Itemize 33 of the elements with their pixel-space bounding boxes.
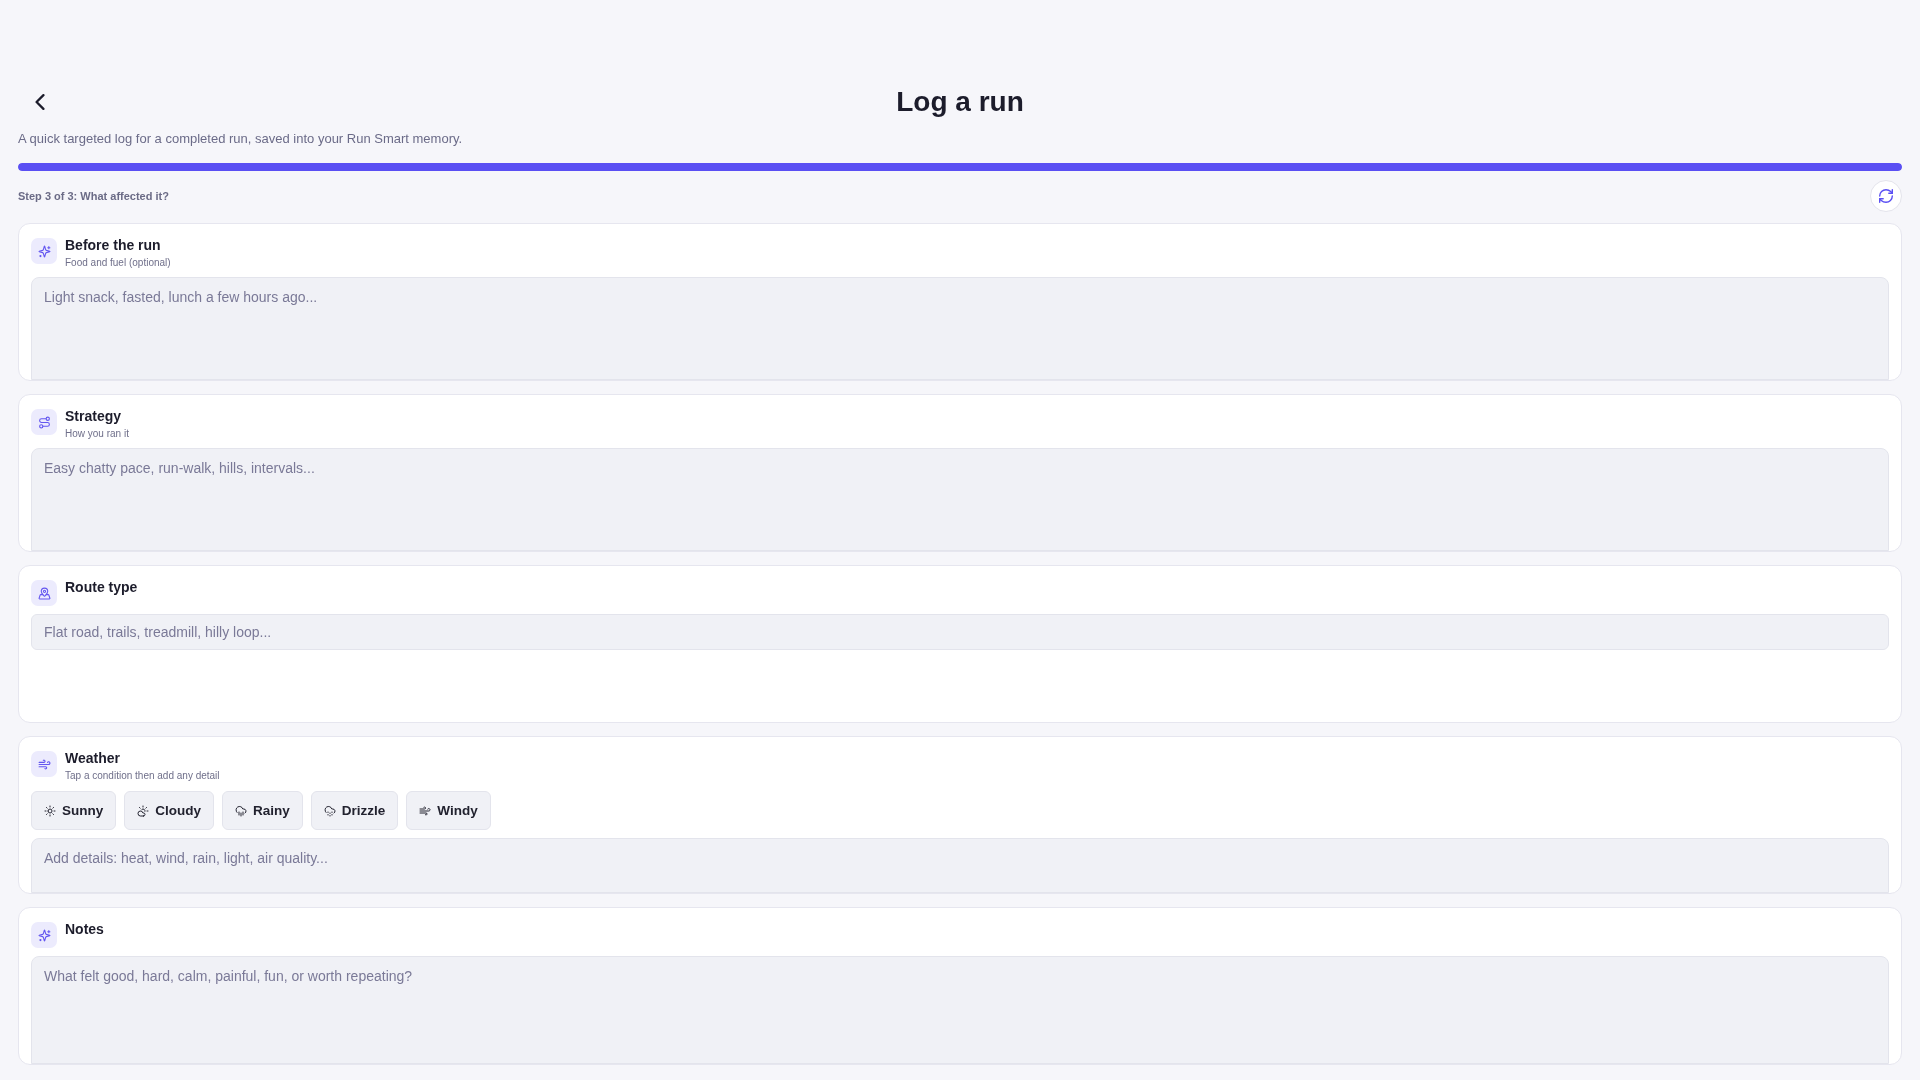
- section-title: Route type: [65, 579, 138, 596]
- cloud-sun-icon: [137, 804, 150, 817]
- section-title: Before the run: [65, 237, 162, 254]
- map-pin-icon: [31, 580, 57, 606]
- textarea-field[interactable]: Light snack, fasted, lunch a few hours ago...: [31, 277, 1889, 380]
- condition-chip[interactable]: Rainy: [222, 791, 303, 830]
- section-hint: Tap a condition then add any detail: [65, 769, 220, 782]
- step-label: Step 3 of 3: What affected it?: [18, 190, 169, 202]
- textarea-field[interactable]: Add details: heat, wind, rain, light, air quality...: [31, 838, 1889, 893]
- condition-chip[interactable]: Windy: [406, 791, 491, 830]
- refresh-button[interactable]: [1870, 180, 1902, 212]
- sparkles-icon: [31, 922, 57, 948]
- textarea-field[interactable]: What felt good, hard, calm, painful, fun, or worth repeating?: [31, 956, 1889, 1064]
- condition-chip[interactable]: Drizzle: [310, 791, 399, 830]
- refresh-icon: [1879, 189, 1893, 203]
- wind-icon: [31, 751, 57, 777]
- section-title: Strategy: [65, 408, 123, 425]
- sun-icon: [44, 804, 56, 817]
- wind-icon: [419, 804, 432, 817]
- section-hint: Food and fuel (optional): [65, 256, 171, 269]
- cloud-rain-icon: [235, 804, 247, 817]
- sparkles-icon: [31, 238, 57, 264]
- condition-chip[interactable]: Sunny: [31, 791, 117, 830]
- textarea-field[interactable]: Easy chatty pace, run-walk, hills, intervals...: [31, 448, 1889, 551]
- section-title: Notes: [65, 921, 104, 938]
- section-hint: How you ran it: [65, 427, 129, 440]
- page-subtitle: A quick targeted log for a completed run, saved into your Run Smart memory.: [18, 130, 463, 148]
- route-icon: [31, 409, 57, 435]
- page-title: Log a run: [896, 85, 1024, 119]
- cloud-drizzle-icon: [323, 804, 336, 817]
- input-field[interactable]: Flat road, trails, treadmill, hilly loop...: [31, 614, 1889, 650]
- section-title: Weather: [65, 750, 121, 767]
- condition-chip[interactable]: Cloudy: [124, 791, 214, 830]
